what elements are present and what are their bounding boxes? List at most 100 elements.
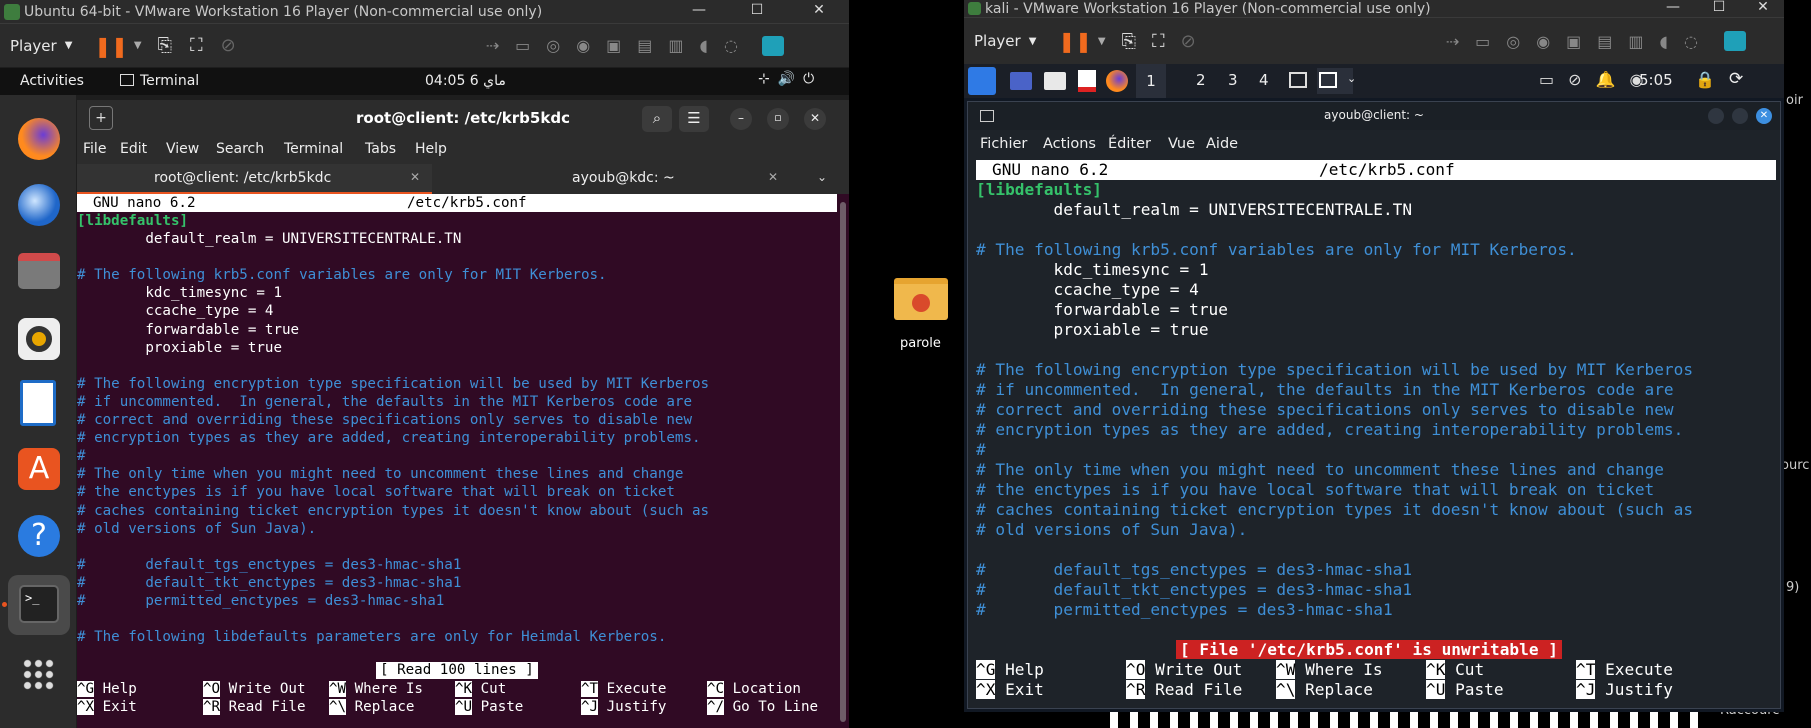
terminal-dock-active[interactable]: >_ <box>8 575 70 635</box>
chevron-down-icon[interactable]: ▼ <box>134 40 142 51</box>
shortcut-item[interactable]: ^W Where Is <box>329 680 423 698</box>
minimize-button[interactable]: – <box>730 108 752 130</box>
fullscreen-icon[interactable]: ⛶ <box>1152 31 1165 52</box>
shortcut-item[interactable]: ^X Exit <box>976 680 1044 700</box>
shortcut-item[interactable]: ^W Where Is <box>1276 660 1383 680</box>
device-icons[interactable]: ⇢▭◎◉▣▤▥◖◌ <box>486 36 754 55</box>
menu-view[interactable]: View <box>166 141 199 157</box>
shortcut-item[interactable]: ^J Justify <box>1576 680 1673 700</box>
shortcut-item[interactable]: ^\ Replace <box>1276 680 1373 700</box>
pause-icon[interactable]: ❚❚ <box>1058 29 1092 53</box>
close-button[interactable]: ✕ <box>1756 108 1772 124</box>
menu-fichier[interactable]: Fichier <box>980 136 1027 152</box>
libreoffice-writer-icon[interactable] <box>20 380 56 426</box>
shortcut-item[interactable]: ^R Read File <box>203 698 306 716</box>
shortcut-item[interactable]: ^/ Go To Line <box>707 698 818 716</box>
fullscreen-icon[interactable]: ⛶ <box>190 35 203 56</box>
menu-tabs[interactable]: Tabs <box>365 141 396 157</box>
shortcut-item[interactable]: ^O Write Out <box>203 680 306 698</box>
maximize-button[interactable]: ▫ <box>767 108 789 130</box>
menu-search[interactable]: Search <box>216 141 264 157</box>
shortcut-item[interactable]: ^J Justify <box>581 698 666 716</box>
player-menu[interactable]: Player ▼ <box>974 32 1036 50</box>
close-tab-icon[interactable]: ✕ <box>768 170 778 184</box>
nano-buffer[interactable]: [libdefaults] default_realm = UNIVERSITE… <box>77 212 837 646</box>
show-apps-icon[interactable] <box>22 658 56 692</box>
workspace-4[interactable]: 4 <box>1259 71 1269 89</box>
help-icon[interactable]: ? <box>18 515 60 557</box>
workspace-2[interactable]: 2 <box>1196 71 1206 89</box>
menu-file[interactable]: File <box>83 141 106 157</box>
maximize-button[interactable]: ☐ <box>738 0 776 23</box>
unity-icon[interactable]: ⊘ <box>1181 31 1196 52</box>
message-log-icon[interactable] <box>1723 31 1746 51</box>
close-button[interactable]: ✕ <box>800 0 838 23</box>
maximize-button[interactable]: ☐ <box>1700 0 1738 17</box>
files-icon[interactable] <box>1044 72 1066 90</box>
message-log-icon[interactable] <box>761 35 784 56</box>
ubuntu-scrollbar[interactable] <box>837 194 849 728</box>
shortcut-item[interactable]: ^G Help <box>77 680 137 698</box>
device-icons[interactable]: ⇢▭◎◉▣▤▥◖◌ <box>1446 32 1714 51</box>
menu-help[interactable]: Help <box>415 141 447 157</box>
pause-icon[interactable]: ❚❚ <box>94 34 128 58</box>
ubuntu-terminal-content[interactable]: GNU nano 6.2/etc/krb5.conf [libdefaults]… <box>77 194 837 728</box>
shortcut-item[interactable]: ^R Read File <box>1126 680 1242 700</box>
menu-editer[interactable]: Éditer <box>1108 136 1151 152</box>
chevron-down-icon[interactable]: ⌄ <box>1347 72 1356 85</box>
editor-icon[interactable] <box>1078 70 1096 92</box>
firefox-icon[interactable] <box>18 118 60 160</box>
show-desktop-icon[interactable] <box>1010 72 1032 90</box>
kali-terminal-content[interactable]: GNU nano 6.2/etc/krb5.conf [libdefaults]… <box>976 160 1776 706</box>
minimize-button[interactable]: — <box>680 0 718 23</box>
nano-buffer[interactable]: [libdefaults] default_realm = UNIVERSITE… <box>976 180 1776 620</box>
unity-icon[interactable]: ⊘ <box>221 35 236 56</box>
kali-clock[interactable]: 5:05 <box>1639 71 1673 89</box>
menu-edit[interactable]: Edit <box>120 141 147 157</box>
send-ctrl-alt-del-icon[interactable]: ⎘ <box>1122 31 1136 52</box>
system-tray-icons[interactable]: ⊹🔊⏻ <box>758 71 822 87</box>
rhythmbox-icon[interactable] <box>18 318 60 360</box>
lock-icon[interactable]: 🔒 <box>1695 70 1715 89</box>
minimize-button[interactable]: — <box>1654 0 1692 17</box>
thunderbird-icon[interactable] <box>18 184 60 226</box>
chevron-down-icon[interactable]: ▼ <box>1098 36 1106 47</box>
firefox-icon[interactable] <box>1106 70 1128 92</box>
close-button[interactable]: ✕ <box>1744 0 1782 17</box>
shortcut-item[interactable]: ^C Location <box>707 680 801 698</box>
desktop-folder[interactable]: parole <box>894 278 954 358</box>
maximize-button[interactable] <box>1732 108 1748 124</box>
files-icon[interactable] <box>18 253 60 289</box>
power-icon[interactable]: ⟳ <box>1729 69 1743 89</box>
tab-root-client[interactable]: root@client: /etc/krb5kdc ✕ <box>77 164 432 194</box>
shortcut-item[interactable]: ^T Execute <box>1576 660 1673 680</box>
shortcut-item[interactable]: ^\ Replace <box>329 698 414 716</box>
player-menu[interactable]: Player ▼ <box>10 37 72 55</box>
kali-menu-icon[interactable] <box>968 67 996 95</box>
minimize-button[interactable] <box>1708 108 1724 124</box>
menu-actions[interactable]: Actions <box>1043 136 1096 152</box>
menu-vue[interactable]: Vue <box>1168 136 1195 152</box>
shortcut-item[interactable]: ^T Execute <box>581 680 666 698</box>
shortcut-item[interactable]: ^K Cut <box>1426 660 1484 680</box>
tabs-dropdown-icon[interactable]: ⌄ <box>817 170 827 184</box>
workspace-3[interactable]: 3 <box>1228 71 1238 89</box>
tab-ayoub-kdc[interactable]: ayoub@kdc: ~ ✕ <box>432 164 797 194</box>
send-ctrl-alt-del-icon[interactable]: ⎘ <box>158 35 172 56</box>
app-center-icon[interactable]: A <box>18 448 60 490</box>
shortcut-item[interactable]: ^O Write Out <box>1126 660 1242 680</box>
shortcut-item[interactable]: ^U Paste <box>1426 680 1504 700</box>
menu-terminal[interactable]: Terminal <box>284 141 343 157</box>
search-icon[interactable]: ⌕ <box>642 106 672 132</box>
clock[interactable]: 04:05 ماي 6 <box>425 73 506 89</box>
terminal-task-icon[interactable] <box>1289 72 1307 88</box>
terminal-app-menu[interactable]: Terminal <box>120 73 199 89</box>
workspace-1[interactable]: 1 <box>1136 64 1166 98</box>
activities-button[interactable]: Activities <box>20 73 84 89</box>
shortcut-item[interactable]: ^G Help <box>976 660 1044 680</box>
close-button[interactable]: ✕ <box>804 108 826 130</box>
shortcut-item[interactable]: ^X Exit <box>77 698 137 716</box>
shortcut-item[interactable]: ^K Cut <box>455 680 506 698</box>
close-tab-icon[interactable]: ✕ <box>410 170 420 184</box>
shortcut-item[interactable]: ^U Paste <box>455 698 523 716</box>
